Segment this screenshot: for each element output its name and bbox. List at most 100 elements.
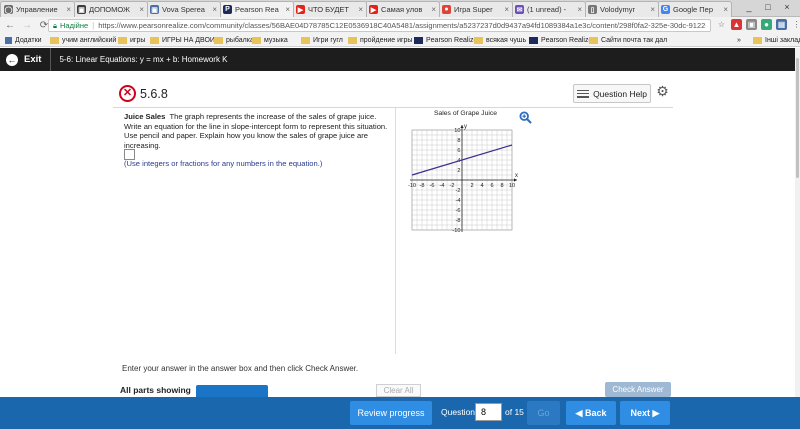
browser-tab[interactable]: ▶ ЧТО БУДЕТ × bbox=[292, 1, 367, 17]
close-tab-icon[interactable]: × bbox=[212, 5, 217, 14]
bookmark-item[interactable]: ИГРЫ НА ДВОИХ bbox=[150, 35, 220, 46]
bookmark-item[interactable]: Додатки bbox=[5, 35, 42, 46]
browser-tab[interactable]: ▶ Самая улов × bbox=[365, 1, 440, 17]
x-tick-label: -10 bbox=[408, 183, 416, 189]
forward-arrow-icon[interactable]: → bbox=[20, 19, 34, 33]
tab-favicon-icon: ▣ bbox=[150, 5, 159, 14]
y-tick-label: 6 bbox=[457, 148, 460, 154]
bookmark-item[interactable]: игры bbox=[118, 35, 145, 46]
bookmark-item[interactable]: Сайти почта так дал bbox=[589, 35, 667, 46]
y-tick-label: -6 bbox=[456, 208, 461, 214]
review-progress-button[interactable]: Review progress bbox=[350, 401, 432, 425]
gear-icon[interactable]: ⚙ bbox=[655, 84, 670, 99]
folder-icon bbox=[589, 37, 598, 44]
extension-icon-4[interactable]: ▦ bbox=[776, 19, 787, 30]
clear-all-button[interactable]: Clear All bbox=[376, 384, 421, 397]
graph-title: Sales of Grape Juice bbox=[433, 110, 498, 117]
navigation-bar: ← → ⟳ 🔒︎ Надійне | https://www.pearsonre… bbox=[0, 17, 800, 34]
bookmark-item[interactable]: пройдение игры bbox=[348, 35, 412, 46]
maximize-button[interactable]: □ bbox=[759, 0, 777, 14]
page-scrollbar[interactable] bbox=[795, 48, 800, 397]
tab-favicon-icon: ◯ bbox=[4, 5, 13, 14]
bookmark-label: Игри гугл bbox=[313, 37, 343, 44]
bookmark-label: Pearson Realize bbox=[541, 37, 593, 44]
close-tab-icon[interactable]: × bbox=[431, 5, 436, 14]
browser-tab[interactable]: ✉ (1 unread) - × bbox=[511, 1, 586, 17]
close-window-button[interactable]: × bbox=[778, 0, 796, 14]
minimize-button[interactable]: _ bbox=[740, 0, 758, 14]
bookmark-item[interactable]: учим английский bbox=[50, 35, 116, 46]
extension-icon-3[interactable]: ● bbox=[761, 19, 772, 30]
tab-title: Самая улов bbox=[381, 5, 423, 14]
x-tick-label: -6 bbox=[430, 183, 435, 189]
check-answer-button[interactable]: Check Answer bbox=[605, 382, 671, 397]
close-tab-icon[interactable]: × bbox=[723, 5, 728, 14]
scrollbar-thumb[interactable] bbox=[796, 58, 799, 178]
secure-label: Надійне bbox=[60, 21, 89, 30]
browser-tab[interactable]: ▯ Volodymyr × bbox=[584, 1, 659, 17]
browser-tab[interactable]: ● Игра Super × bbox=[438, 1, 513, 17]
bookmark-item[interactable]: Pearson Realize bbox=[529, 35, 592, 46]
tab-favicon-icon: ▶ bbox=[369, 5, 378, 14]
star-bookmark-icon[interactable]: ☆ bbox=[716, 19, 727, 30]
question-number-input[interactable]: 8 bbox=[475, 403, 502, 421]
parts-showing-label: All parts showing bbox=[120, 385, 191, 395]
bookmark-label: учим английский bbox=[62, 37, 117, 44]
x-tick-label: -8 bbox=[420, 183, 425, 189]
extension-icon[interactable]: ▲ bbox=[731, 19, 742, 30]
folder-icon bbox=[474, 37, 483, 44]
close-tab-icon[interactable]: × bbox=[139, 5, 144, 14]
go-button[interactable]: Go bbox=[527, 401, 560, 425]
exit-button[interactable]: ← Exit bbox=[0, 48, 52, 71]
bookmark-label: всякая чушь bbox=[486, 37, 527, 44]
answer-hint: (Use integers or fractions for any numbe… bbox=[124, 159, 323, 168]
tab-title: Vova Sperea bbox=[162, 5, 205, 14]
x-tick-label: 2 bbox=[470, 183, 473, 189]
extension-icon-2[interactable]: ▣ bbox=[746, 19, 757, 30]
bookmark-item[interactable]: Інші закладки bbox=[753, 35, 800, 46]
tab-title: (1 unread) - bbox=[527, 5, 567, 14]
address-bar[interactable]: 🔒︎ Надійне | https://www.pearsonrealize.… bbox=[48, 19, 711, 32]
browser-tab[interactable]: ▣ ДОПОМОЖ × bbox=[73, 1, 148, 17]
back-arrow-icon[interactable]: ← bbox=[3, 19, 17, 33]
folder-icon bbox=[252, 37, 261, 44]
next-button[interactable]: Next ▶ bbox=[620, 401, 670, 425]
folder-icon bbox=[50, 37, 59, 44]
folder-icon bbox=[301, 37, 310, 44]
browser-tab[interactable]: G Google Пер × bbox=[657, 1, 732, 17]
close-tab-icon[interactable]: × bbox=[504, 5, 509, 14]
bookmark-item[interactable]: Игри гугл bbox=[301, 35, 343, 46]
browser-tab[interactable]: ◯ Управление × bbox=[0, 1, 75, 17]
bookmark-item[interactable]: всякая чушь bbox=[474, 35, 526, 46]
close-tab-icon[interactable]: × bbox=[285, 5, 290, 14]
question-panel: ✕ 5.6.8 Question Help ⚙ Juice Sales The … bbox=[0, 71, 795, 397]
bookmark-label: ИГРЫ НА ДВОИХ bbox=[162, 37, 220, 44]
header-divider bbox=[113, 107, 673, 108]
x-tick-label: 10 bbox=[509, 183, 515, 189]
y-tick-label: 2 bbox=[457, 168, 460, 174]
back-circle-icon: ← bbox=[6, 53, 18, 66]
close-tab-icon[interactable]: × bbox=[577, 5, 582, 14]
instruction-text: Enter your answer in the answer box and … bbox=[122, 364, 359, 373]
browser-tab[interactable]: ▣ Vova Sperea × bbox=[146, 1, 221, 17]
question-help-button[interactable]: Question Help bbox=[573, 84, 651, 103]
y-tick-label: -10 bbox=[452, 228, 460, 234]
bookmarks-overflow-button[interactable]: » bbox=[737, 35, 741, 46]
bookmark-label: пройдение игры bbox=[360, 37, 413, 44]
lock-icon: 🔒︎ bbox=[53, 20, 57, 30]
exit-label: Exit bbox=[24, 54, 42, 65]
tab-favicon-icon: ▯ bbox=[588, 5, 597, 14]
close-tab-icon[interactable]: × bbox=[650, 5, 655, 14]
menu-dots-icon[interactable]: ⋮ bbox=[791, 19, 800, 30]
bookmark-item[interactable]: Pearson Realize bbox=[414, 35, 477, 46]
browser-tab[interactable]: P Pearson Rea × bbox=[219, 1, 294, 17]
folder-icon bbox=[118, 37, 127, 44]
bookmark-item[interactable]: музыка bbox=[252, 35, 288, 46]
tab-title: Pearson Rea bbox=[235, 5, 279, 14]
close-tab-icon[interactable]: × bbox=[358, 5, 363, 14]
assignment-title: 5-6: Linear Equations: y = mx + b: Homew… bbox=[59, 55, 228, 64]
close-tab-icon[interactable]: × bbox=[66, 5, 71, 14]
bookmark-item[interactable]: рыбалка bbox=[214, 35, 254, 46]
back-button[interactable]: ◀ Back bbox=[566, 401, 616, 425]
part-indicator-tab[interactable] bbox=[196, 385, 268, 397]
